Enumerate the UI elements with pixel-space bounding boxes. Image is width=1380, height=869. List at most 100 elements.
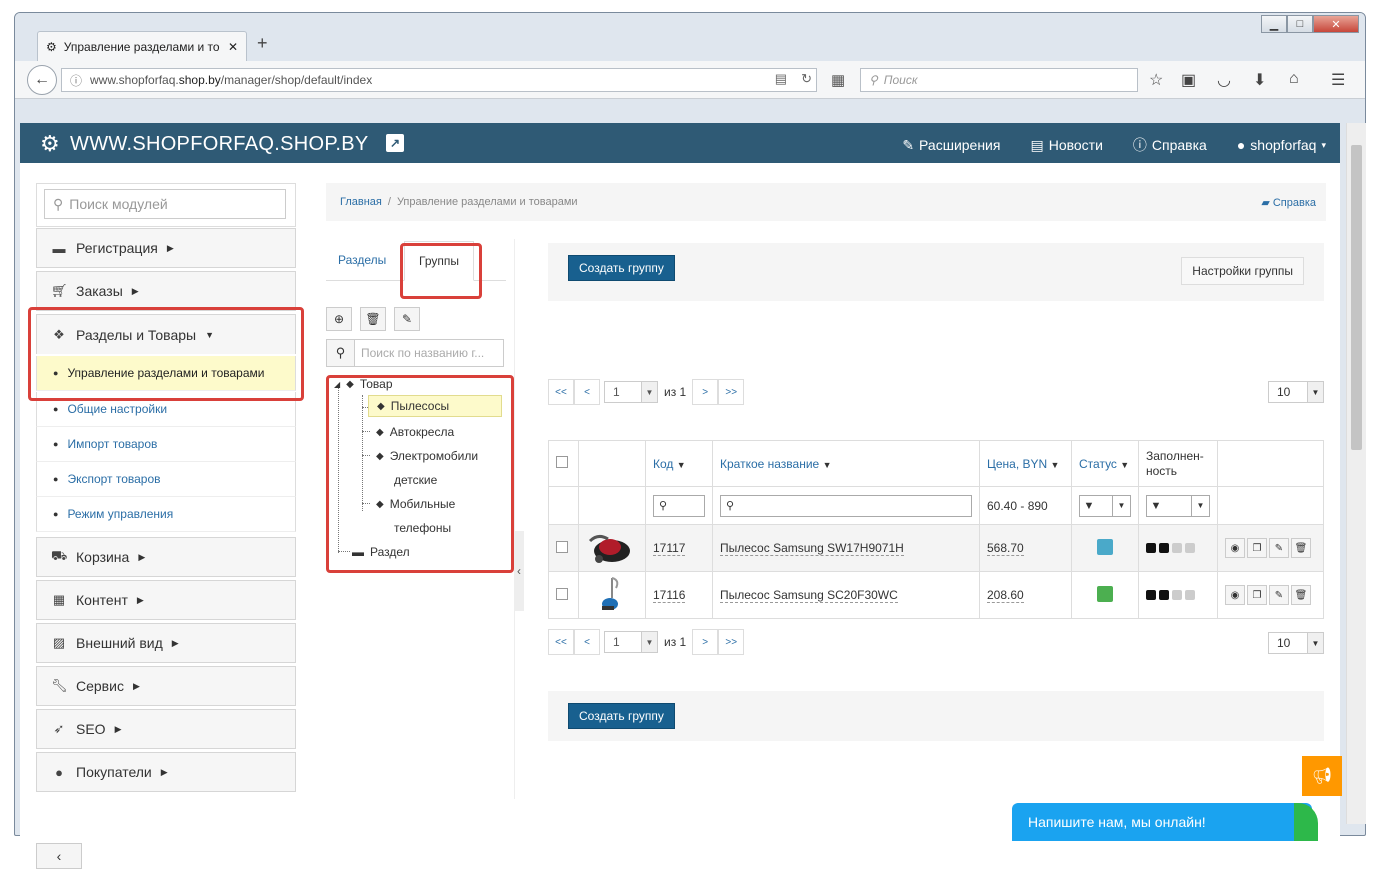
maximize-button[interactable]: □ <box>1287 15 1313 33</box>
new-tab-icon[interactable]: + <box>257 33 268 54</box>
reader-icon[interactable]: ▤ <box>775 71 787 87</box>
info-icon[interactable]: ⓘ <box>70 72 82 89</box>
minimize-button[interactable]: ▁ <box>1261 15 1287 33</box>
delete-button[interactable]: 🗑︎ <box>360 307 386 331</box>
reload-icon[interactable]: ↻ <box>801 71 812 87</box>
row-price[interactable]: 208.60 <box>987 588 1024 603</box>
close-tab-icon[interactable]: ✕ <box>228 40 238 54</box>
reading-list-icon[interactable]: ▣ <box>1181 70 1196 90</box>
module-search-input[interactable]: ⚲ Поиск модулей <box>44 189 286 219</box>
copy-icon[interactable]: ❐ <box>1247 585 1267 605</box>
collapse-sidebar-button[interactable]: ‹ <box>36 843 82 869</box>
chevron-down-icon: ▼ <box>1191 495 1209 516</box>
browser-search-input[interactable]: ⚲ Поиск <box>860 68 1138 92</box>
row-code[interactable]: 17117 <box>653 541 686 556</box>
back-arrow-icon[interactable]: ← <box>27 65 57 95</box>
home-icon[interactable]: ⌂ <box>1289 70 1299 88</box>
pager-first-button[interactable]: << <box>548 629 574 655</box>
trash-icon[interactable]: 🗑︎ <box>1291 538 1311 558</box>
sidebar-item-seo[interactable]: ➶ SEO ▶ <box>36 709 296 749</box>
sidebar-subitem-mode[interactable]: ● Режим управления <box>36 497 296 532</box>
close-window-button[interactable]: ✕ <box>1313 15 1359 33</box>
pencil-icon[interactable]: ✎ <box>1269 585 1289 605</box>
user-icon: ● <box>55 764 63 780</box>
pocket-icon[interactable]: ◡ <box>1217 70 1231 90</box>
tab-sections[interactable]: Разделы <box>338 239 386 281</box>
column-status[interactable]: Статус ▼ <box>1071 440 1139 487</box>
url-text: www.shopforfaq.shop.by/manager/shop/defa… <box>90 73 373 87</box>
edit-button[interactable]: ✎ <box>394 307 420 331</box>
sidebar-item-registration[interactable]: ▬ Регистрация ▶ <box>36 228 296 268</box>
nav-extensions[interactable]: ✎ Расширения <box>902 135 1000 155</box>
apps-grid-icon[interactable]: ▦ <box>831 71 845 89</box>
status-badge[interactable] <box>1097 585 1113 602</box>
column-price[interactable]: Цена, BYN ▼ <box>979 440 1072 487</box>
sidebar-item-content[interactable]: ▦ Контент ▶ <box>36 580 296 620</box>
sidebar-item-service[interactable]: 🔧︎ Сервис ▶ <box>36 666 296 706</box>
download-icon[interactable]: ⬇ <box>1253 70 1266 90</box>
menu-icon[interactable]: ☰ <box>1331 70 1345 90</box>
megaphone-icon[interactable]: 📢︎ <box>1302 756 1342 796</box>
page-select[interactable]: 1 ▼ <box>604 631 658 653</box>
pager-prev-button[interactable]: < <box>574 629 600 655</box>
pager-next-button[interactable]: > <box>692 379 719 405</box>
view-icon[interactable]: ◉ <box>1225 538 1245 558</box>
fill-filter-select[interactable]: ▼ ▼ <box>1146 494 1210 517</box>
chat-widget[interactable]: Напишите нам, мы онлайн! <box>1012 803 1318 841</box>
pager-last-button[interactable]: >> <box>718 629 745 655</box>
page-scrollbar[interactable] <box>1346 123 1366 824</box>
select-all-checkbox[interactable] <box>556 456 568 468</box>
row-price[interactable]: 568.70 <box>987 541 1024 556</box>
image-header <box>578 440 646 487</box>
breadcrumb-help[interactable]: ▰ Справка <box>1261 196 1316 209</box>
per-page-select[interactable]: 10 ▼ <box>1268 381 1324 403</box>
status-filter-select[interactable]: ▼ ▼ <box>1079 494 1131 517</box>
collapse-tree-button[interactable]: ‹ <box>514 531 524 611</box>
row-name[interactable]: Пылесос Samsung SC20F30WC <box>720 588 898 603</box>
row-checkbox[interactable] <box>556 540 568 553</box>
pager-prev-button[interactable]: < <box>574 379 600 405</box>
tree-search-input[interactable]: ⚲ Поиск по названию г... <box>326 339 504 367</box>
create-group-button[interactable]: Создать группу <box>568 255 675 281</box>
view-icon[interactable]: ◉ <box>1225 585 1245 605</box>
bookmark-star-icon[interactable]: ☆ <box>1149 70 1163 90</box>
row-code[interactable]: 17116 <box>653 588 686 603</box>
url-bar[interactable]: ⓘ www.shopforfaq.shop.by/manager/shop/de… <box>61 68 817 92</box>
price-filter[interactable]: 60.40 - 890 <box>979 486 1072 525</box>
pager-last-button[interactable]: >> <box>718 379 745 405</box>
chevron-left-icon: ‹ <box>517 564 521 578</box>
per-page-select[interactable]: 10 ▼ <box>1268 632 1324 654</box>
pager-next-button[interactable]: > <box>692 629 719 655</box>
pager-first-button[interactable]: << <box>548 379 574 405</box>
name-filter-input[interactable]: ⚲ <box>720 494 972 517</box>
external-link-icon[interactable]: ↗ <box>386 134 404 152</box>
row-checkbox[interactable] <box>556 587 568 600</box>
column-name[interactable]: Краткое название ▼ <box>712 440 980 487</box>
nav-help[interactable]: ⓘ Справка <box>1133 135 1207 155</box>
column-code[interactable]: Код ▼ <box>645 440 713 487</box>
browser-tab[interactable]: ⚙ Управление разделами и то ✕ <box>37 31 247 61</box>
create-group-button[interactable]: Создать группу <box>568 703 675 729</box>
breadcrumb-home[interactable]: Главная <box>340 196 382 208</box>
nav-news[interactable]: ▤ Новости <box>1030 135 1102 155</box>
nav-user-menu[interactable]: ● shopforfaq ▾ <box>1237 135 1326 155</box>
scrollbar-thumb[interactable] <box>1351 145 1362 450</box>
status-badge[interactable] <box>1097 538 1113 555</box>
pencil-icon[interactable]: ✎ <box>1269 538 1289 558</box>
page-select[interactable]: 1 ▼ <box>604 381 658 403</box>
sidebar-subitem-import[interactable]: ● Импорт товаров <box>36 427 296 462</box>
sidebar-subitem-export[interactable]: ● Экспорт товаров <box>36 462 296 497</box>
pager-bottom: << < 1 ▼ из 1 > >> <box>548 629 745 655</box>
site-logo[interactable]: ⚙ WWW.SHOPFORFAQ.SHOP.BY <box>40 131 369 157</box>
copy-icon[interactable]: ❐ <box>1247 538 1267 558</box>
sidebar-item-appearance[interactable]: ▨ Внешний вид ▶ <box>36 623 296 663</box>
row-name[interactable]: Пылесос Samsung SW17H9071H <box>720 541 904 556</box>
code-filter-input[interactable]: ⚲ <box>653 494 705 517</box>
group-settings-button[interactable]: Настройки группы <box>1181 257 1304 285</box>
trash-icon[interactable]: 🗑︎ <box>1291 585 1311 605</box>
add-button[interactable]: ⊕ <box>326 307 352 331</box>
sidebar-item-cart[interactable]: ⛟ Корзина ▶ <box>36 537 296 577</box>
sidebar-item-customers[interactable]: ● Покупатели ▶ <box>36 752 296 792</box>
sidebar-item-orders[interactable]: 🛒︎ Заказы ▶ <box>36 271 296 311</box>
fill-indicator <box>1146 543 1210 553</box>
